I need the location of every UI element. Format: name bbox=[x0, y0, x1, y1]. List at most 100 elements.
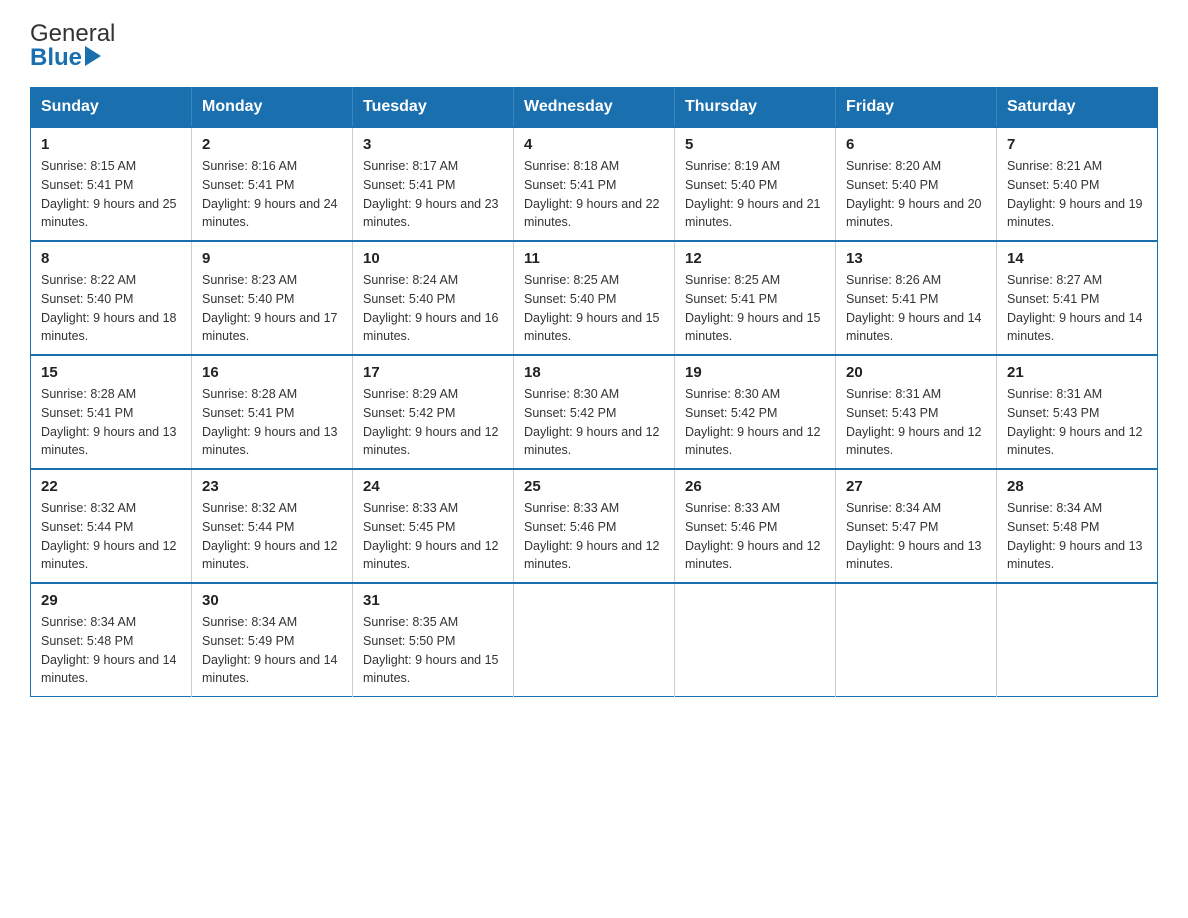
calendar-cell bbox=[675, 583, 836, 697]
calendar-cell: 12 Sunrise: 8:25 AM Sunset: 5:41 PM Dayl… bbox=[675, 241, 836, 355]
weekday-friday: Friday bbox=[836, 88, 997, 128]
day-info: Sunrise: 8:34 AM Sunset: 5:48 PM Dayligh… bbox=[41, 613, 181, 688]
calendar-cell: 5 Sunrise: 8:19 AM Sunset: 5:40 PM Dayli… bbox=[675, 127, 836, 241]
calendar-cell: 19 Sunrise: 8:30 AM Sunset: 5:42 PM Dayl… bbox=[675, 355, 836, 469]
week-row-4: 22 Sunrise: 8:32 AM Sunset: 5:44 PM Dayl… bbox=[31, 469, 1158, 583]
day-number: 26 bbox=[685, 478, 825, 495]
calendar-cell: 14 Sunrise: 8:27 AM Sunset: 5:41 PM Dayl… bbox=[997, 241, 1158, 355]
calendar-cell: 23 Sunrise: 8:32 AM Sunset: 5:44 PM Dayl… bbox=[192, 469, 353, 583]
day-number: 3 bbox=[363, 136, 503, 153]
day-info: Sunrise: 8:32 AM Sunset: 5:44 PM Dayligh… bbox=[202, 499, 342, 574]
day-info: Sunrise: 8:33 AM Sunset: 5:45 PM Dayligh… bbox=[363, 499, 503, 574]
day-info: Sunrise: 8:34 AM Sunset: 5:47 PM Dayligh… bbox=[846, 499, 986, 574]
day-info: Sunrise: 8:31 AM Sunset: 5:43 PM Dayligh… bbox=[846, 385, 986, 460]
logo: General Blue bbox=[30, 20, 115, 71]
day-number: 6 bbox=[846, 136, 986, 153]
calendar-cell: 1 Sunrise: 8:15 AM Sunset: 5:41 PM Dayli… bbox=[31, 127, 192, 241]
calendar-cell: 20 Sunrise: 8:31 AM Sunset: 5:43 PM Dayl… bbox=[836, 355, 997, 469]
day-info: Sunrise: 8:20 AM Sunset: 5:40 PM Dayligh… bbox=[846, 157, 986, 232]
day-number: 7 bbox=[1007, 136, 1147, 153]
calendar-cell: 8 Sunrise: 8:22 AM Sunset: 5:40 PM Dayli… bbox=[31, 241, 192, 355]
day-number: 15 bbox=[41, 364, 181, 381]
calendar-cell bbox=[514, 583, 675, 697]
weekday-saturday: Saturday bbox=[997, 88, 1158, 128]
day-info: Sunrise: 8:30 AM Sunset: 5:42 PM Dayligh… bbox=[685, 385, 825, 460]
day-info: Sunrise: 8:32 AM Sunset: 5:44 PM Dayligh… bbox=[41, 499, 181, 574]
day-info: Sunrise: 8:33 AM Sunset: 5:46 PM Dayligh… bbox=[685, 499, 825, 574]
day-info: Sunrise: 8:29 AM Sunset: 5:42 PM Dayligh… bbox=[363, 385, 503, 460]
weekday-thursday: Thursday bbox=[675, 88, 836, 128]
calendar-cell bbox=[997, 583, 1158, 697]
day-number: 27 bbox=[846, 478, 986, 495]
day-info: Sunrise: 8:33 AM Sunset: 5:46 PM Dayligh… bbox=[524, 499, 664, 574]
day-number: 11 bbox=[524, 250, 664, 267]
weekday-tuesday: Tuesday bbox=[353, 88, 514, 128]
day-number: 21 bbox=[1007, 364, 1147, 381]
calendar-cell: 27 Sunrise: 8:34 AM Sunset: 5:47 PM Dayl… bbox=[836, 469, 997, 583]
calendar-cell: 3 Sunrise: 8:17 AM Sunset: 5:41 PM Dayli… bbox=[353, 127, 514, 241]
calendar-cell: 13 Sunrise: 8:26 AM Sunset: 5:41 PM Dayl… bbox=[836, 241, 997, 355]
day-number: 2 bbox=[202, 136, 342, 153]
day-info: Sunrise: 8:22 AM Sunset: 5:40 PM Dayligh… bbox=[41, 271, 181, 346]
day-info: Sunrise: 8:15 AM Sunset: 5:41 PM Dayligh… bbox=[41, 157, 181, 232]
day-info: Sunrise: 8:16 AM Sunset: 5:41 PM Dayligh… bbox=[202, 157, 342, 232]
calendar-cell: 17 Sunrise: 8:29 AM Sunset: 5:42 PM Dayl… bbox=[353, 355, 514, 469]
day-number: 10 bbox=[363, 250, 503, 267]
day-info: Sunrise: 8:25 AM Sunset: 5:40 PM Dayligh… bbox=[524, 271, 664, 346]
calendar-cell: 10 Sunrise: 8:24 AM Sunset: 5:40 PM Dayl… bbox=[353, 241, 514, 355]
weekday-monday: Monday bbox=[192, 88, 353, 128]
day-number: 12 bbox=[685, 250, 825, 267]
day-info: Sunrise: 8:24 AM Sunset: 5:40 PM Dayligh… bbox=[363, 271, 503, 346]
day-number: 24 bbox=[363, 478, 503, 495]
day-info: Sunrise: 8:31 AM Sunset: 5:43 PM Dayligh… bbox=[1007, 385, 1147, 460]
day-info: Sunrise: 8:28 AM Sunset: 5:41 PM Dayligh… bbox=[202, 385, 342, 460]
day-info: Sunrise: 8:21 AM Sunset: 5:40 PM Dayligh… bbox=[1007, 157, 1147, 232]
calendar-cell: 16 Sunrise: 8:28 AM Sunset: 5:41 PM Dayl… bbox=[192, 355, 353, 469]
day-number: 20 bbox=[846, 364, 986, 381]
calendar-cell: 31 Sunrise: 8:35 AM Sunset: 5:50 PM Dayl… bbox=[353, 583, 514, 697]
day-number: 14 bbox=[1007, 250, 1147, 267]
day-number: 25 bbox=[524, 478, 664, 495]
day-number: 16 bbox=[202, 364, 342, 381]
day-number: 31 bbox=[363, 592, 503, 609]
day-number: 9 bbox=[202, 250, 342, 267]
calendar-cell: 21 Sunrise: 8:31 AM Sunset: 5:43 PM Dayl… bbox=[997, 355, 1158, 469]
calendar-cell: 22 Sunrise: 8:32 AM Sunset: 5:44 PM Dayl… bbox=[31, 469, 192, 583]
day-info: Sunrise: 8:17 AM Sunset: 5:41 PM Dayligh… bbox=[363, 157, 503, 232]
week-row-1: 1 Sunrise: 8:15 AM Sunset: 5:41 PM Dayli… bbox=[31, 127, 1158, 241]
day-info: Sunrise: 8:28 AM Sunset: 5:41 PM Dayligh… bbox=[41, 385, 181, 460]
weekday-wednesday: Wednesday bbox=[514, 88, 675, 128]
calendar-cell: 30 Sunrise: 8:34 AM Sunset: 5:49 PM Dayl… bbox=[192, 583, 353, 697]
calendar-table: SundayMondayTuesdayWednesdayThursdayFrid… bbox=[30, 87, 1158, 697]
calendar-cell: 11 Sunrise: 8:25 AM Sunset: 5:40 PM Dayl… bbox=[514, 241, 675, 355]
week-row-2: 8 Sunrise: 8:22 AM Sunset: 5:40 PM Dayli… bbox=[31, 241, 1158, 355]
calendar-cell: 6 Sunrise: 8:20 AM Sunset: 5:40 PM Dayli… bbox=[836, 127, 997, 241]
calendar-cell: 15 Sunrise: 8:28 AM Sunset: 5:41 PM Dayl… bbox=[31, 355, 192, 469]
day-info: Sunrise: 8:30 AM Sunset: 5:42 PM Dayligh… bbox=[524, 385, 664, 460]
calendar-cell bbox=[836, 583, 997, 697]
page-header: General Blue bbox=[30, 20, 1158, 71]
calendar-cell: 24 Sunrise: 8:33 AM Sunset: 5:45 PM Dayl… bbox=[353, 469, 514, 583]
calendar-cell: 26 Sunrise: 8:33 AM Sunset: 5:46 PM Dayl… bbox=[675, 469, 836, 583]
calendar-cell: 7 Sunrise: 8:21 AM Sunset: 5:40 PM Dayli… bbox=[997, 127, 1158, 241]
day-info: Sunrise: 8:18 AM Sunset: 5:41 PM Dayligh… bbox=[524, 157, 664, 232]
day-number: 23 bbox=[202, 478, 342, 495]
day-number: 1 bbox=[41, 136, 181, 153]
day-info: Sunrise: 8:35 AM Sunset: 5:50 PM Dayligh… bbox=[363, 613, 503, 688]
day-number: 13 bbox=[846, 250, 986, 267]
calendar-cell: 25 Sunrise: 8:33 AM Sunset: 5:46 PM Dayl… bbox=[514, 469, 675, 583]
calendar-cell: 18 Sunrise: 8:30 AM Sunset: 5:42 PM Dayl… bbox=[514, 355, 675, 469]
weekday-header-row: SundayMondayTuesdayWednesdayThursdayFrid… bbox=[31, 88, 1158, 128]
day-info: Sunrise: 8:27 AM Sunset: 5:41 PM Dayligh… bbox=[1007, 271, 1147, 346]
day-number: 28 bbox=[1007, 478, 1147, 495]
calendar-cell: 28 Sunrise: 8:34 AM Sunset: 5:48 PM Dayl… bbox=[997, 469, 1158, 583]
day-number: 17 bbox=[363, 364, 503, 381]
day-number: 30 bbox=[202, 592, 342, 609]
day-number: 18 bbox=[524, 364, 664, 381]
week-row-5: 29 Sunrise: 8:34 AM Sunset: 5:48 PM Dayl… bbox=[31, 583, 1158, 697]
day-info: Sunrise: 8:23 AM Sunset: 5:40 PM Dayligh… bbox=[202, 271, 342, 346]
weekday-sunday: Sunday bbox=[31, 88, 192, 128]
day-number: 29 bbox=[41, 592, 181, 609]
day-number: 8 bbox=[41, 250, 181, 267]
day-info: Sunrise: 8:26 AM Sunset: 5:41 PM Dayligh… bbox=[846, 271, 986, 346]
